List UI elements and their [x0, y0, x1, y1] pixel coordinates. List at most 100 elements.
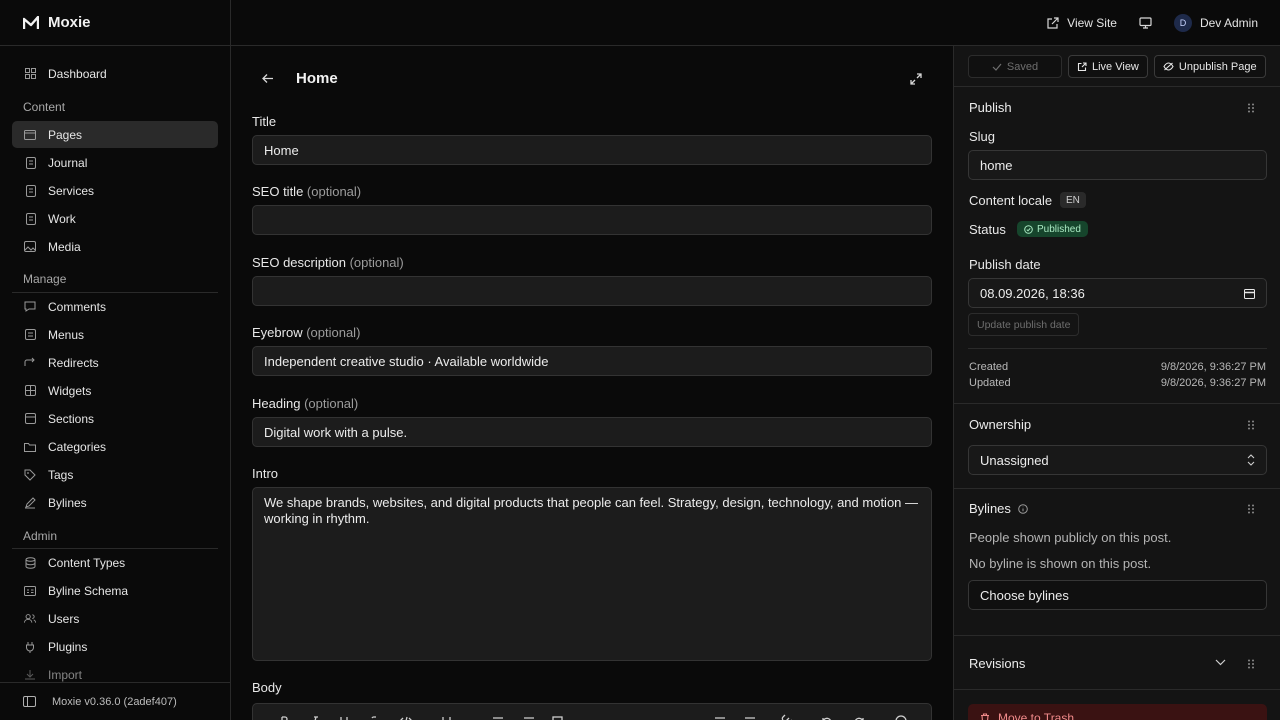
eyebrow-input[interactable]: Independent creative studio · Available … — [252, 346, 932, 376]
move-to-trash-button[interactable]: Move to Trash — [968, 704, 1267, 720]
sidebar-item-dashboard[interactable]: Dashboard — [12, 60, 218, 87]
status-badge: Published — [1017, 221, 1088, 237]
chevron-up-down-icon — [1247, 454, 1255, 466]
expand-icon[interactable] — [909, 72, 923, 86]
publish-title: Publish — [969, 100, 1012, 115]
updated-label: Updated — [969, 377, 1011, 389]
avatar: D — [1173, 14, 1192, 32]
sidebar-item-pages[interactable]: Pages — [12, 121, 218, 148]
menu-icon — [24, 329, 36, 341]
page-title: Home — [296, 70, 338, 87]
database-icon — [24, 556, 36, 569]
sidebar-item-label: Media — [48, 239, 81, 254]
sidebar-item-menus[interactable]: Menus — [12, 321, 218, 348]
user-menu[interactable]: D Dev Admin — [1173, 14, 1258, 32]
sidebar-item-content-types[interactable]: Content Types — [12, 549, 218, 576]
live-view-button[interactable]: Live View — [1068, 55, 1148, 78]
update-publish-date-label: Update publish date — [977, 318, 1071, 331]
sidebar: Dashboard Content Pages Journal Services… — [0, 46, 231, 720]
seo-description-input[interactable] — [252, 276, 932, 306]
sidebar-item-comments[interactable]: Comments — [12, 293, 218, 320]
divider — [968, 348, 1267, 349]
content-locale-label: Content locale — [969, 193, 1053, 208]
update-publish-date-button[interactable]: Update publish date — [968, 313, 1080, 336]
seo-title-label: SEO title (optional) — [252, 184, 362, 199]
seo-description-label: SEO description (optional) — [252, 255, 404, 270]
info-icon[interactable] — [1018, 503, 1028, 514]
sidebar-item-label: Content Types — [48, 555, 126, 570]
ownership-select[interactable]: Unassigned — [968, 445, 1267, 475]
saved-label: Saved — [1006, 60, 1039, 73]
page-icon — [24, 129, 36, 141]
editor-main: Home Title Home SEO title (optional) SEO… — [231, 46, 953, 720]
back-arrow-icon[interactable] — [261, 73, 274, 84]
sidebar-item-bylines[interactable]: Bylines — [12, 489, 218, 516]
publish-section — [954, 86, 1280, 404]
drag-handle-icon[interactable] — [1247, 659, 1255, 669]
sidebar-item-byline-schema[interactable]: Byline Schema — [12, 577, 218, 604]
publish-date-label: Publish date — [969, 257, 1041, 272]
drag-handle-icon[interactable] — [1247, 504, 1255, 514]
sidebar-item-services[interactable]: Services — [12, 177, 218, 204]
sidebar-toggle-icon[interactable] — [23, 696, 36, 707]
sidebar-item-sections[interactable]: Sections — [12, 405, 218, 432]
sidebar-item-categories[interactable]: Categories — [12, 433, 218, 460]
app-root: Moxie View Site D Dev Admin Dashboard Co… — [0, 0, 1280, 720]
saved-button[interactable]: Saved — [968, 55, 1062, 78]
sidebar-item-journal[interactable]: Journal — [12, 149, 218, 176]
body-label: Body — [252, 680, 282, 695]
view-site-link[interactable]: View Site — [1046, 16, 1117, 30]
bylines-title-label: Bylines — [969, 501, 1011, 516]
intro-label: Intro — [252, 466, 279, 481]
sidebar-item-label: Widgets — [48, 383, 92, 398]
formatting-toolbar-icons[interactable] — [253, 704, 933, 720]
publish-date-input[interactable]: 08.09.2026, 18:36 — [968, 278, 1267, 308]
sidebar-item-work[interactable]: Work — [12, 205, 218, 232]
sidebar-section-admin: Admin — [23, 529, 58, 543]
title-input[interactable]: Home — [252, 135, 932, 165]
brand[interactable]: Moxie — [0, 0, 231, 46]
view-site-label: View Site — [1067, 16, 1117, 30]
monitor-icon — [1139, 17, 1152, 29]
sidebar-item-tags[interactable]: Tags — [12, 461, 218, 488]
topbar-actions: View Site D Dev Admin — [1046, 0, 1258, 46]
chevron-down-icon[interactable] — [1215, 659, 1226, 666]
check-icon — [992, 63, 1002, 71]
seo-title-input[interactable] — [252, 205, 932, 235]
sidebar-item-label: Bylines — [48, 495, 87, 510]
panel-actions: Saved Live View Unpublish Page — [968, 55, 1266, 78]
settings-panel: Saved Live View Unpublish Page Publish S… — [953, 46, 1280, 720]
folder-icon — [24, 441, 36, 453]
import-icon — [24, 669, 36, 681]
sidebar-item-label: Tags — [48, 467, 74, 482]
work-icon — [24, 212, 36, 225]
calendar-icon[interactable] — [1244, 288, 1255, 299]
sidebar-item-label: Byline Schema — [48, 583, 129, 598]
sidebar-item-plugins[interactable]: Plugins — [12, 633, 218, 660]
unpublish-label: Unpublish Page — [1178, 60, 1257, 73]
revisions-title: Revisions — [969, 656, 1026, 671]
version-label: Moxie v0.36.0 (2adef407) — [52, 695, 177, 708]
sidebar-item-label: Users — [48, 611, 80, 626]
sidebar-item-label: Dashboard — [48, 66, 107, 81]
choose-bylines-button[interactable]: Choose bylines — [968, 580, 1267, 610]
sidebar-item-label: Comments — [48, 299, 107, 314]
locale-badge: EN — [1060, 192, 1086, 208]
trash-icon — [981, 712, 989, 720]
slug-input[interactable]: home — [968, 150, 1267, 180]
sidebar-item-label: Services — [48, 183, 95, 198]
heading-label: Heading (optional) — [252, 396, 359, 411]
created-value: 9/8/2026, 9:36:27 PM — [1160, 361, 1266, 373]
sidebar-item-label: Redirects — [48, 355, 99, 370]
sidebar-item-widgets[interactable]: Widgets — [12, 377, 218, 404]
unpublish-button[interactable]: Unpublish Page — [1153, 55, 1266, 78]
sidebar-item-redirects[interactable]: Redirects — [12, 349, 218, 376]
sidebar-item-media[interactable]: Media — [12, 233, 218, 260]
device-preview-button[interactable] — [1139, 17, 1152, 29]
sidebar-item-users[interactable]: Users — [12, 605, 218, 632]
heading-input[interactable]: Digital work with a pulse. — [252, 417, 932, 447]
drag-handle-icon[interactable] — [1247, 420, 1255, 430]
created-label: Created — [969, 361, 1009, 373]
drag-handle-icon[interactable] — [1247, 103, 1255, 113]
intro-textarea[interactable]: We shape brands, websites, and digital p… — [252, 487, 932, 661]
